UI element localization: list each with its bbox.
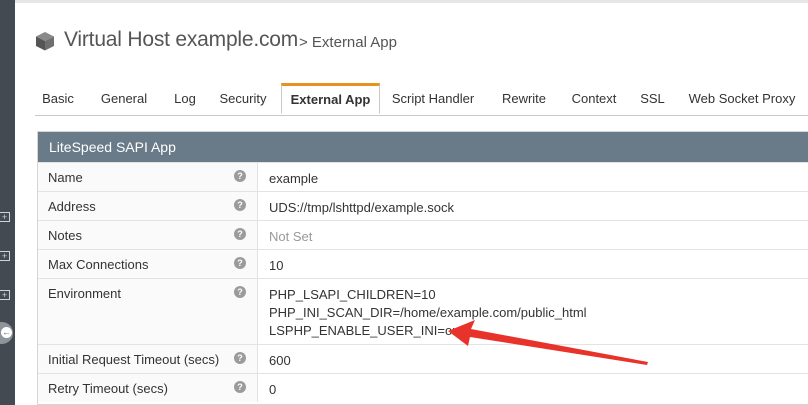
field-value: UDS://tmp/lshttpd/example.sock (269, 200, 454, 215)
plus-square-icon[interactable]: + (0, 290, 10, 300)
page-title: Virtual Host example.com (64, 28, 299, 51)
field-value: Not Set (269, 229, 313, 244)
table-row: Max Connections ? 10 (38, 249, 808, 278)
field-value: 10 (269, 258, 284, 273)
env-line: PHP_INI_SCAN_DIR=/home/example.com/publi… (269, 305, 587, 320)
field-label: Initial Request Timeout (secs) (48, 352, 220, 367)
field-value: 0 (269, 382, 277, 397)
field-label: Max Connections (48, 257, 149, 272)
settings-panel: LiteSpeed SAPI App Name ? example Addres… (37, 131, 808, 405)
plus-square-icon[interactable]: + (0, 251, 10, 261)
arrow-left-circle-icon: ← (1, 327, 12, 338)
tab-context[interactable]: Context (565, 84, 623, 114)
help-icon[interactable]: ? (234, 170, 246, 182)
env-line: PHP_LSAPI_CHILDREN=10 (269, 287, 436, 302)
field-label: Retry Timeout (secs) (48, 381, 168, 396)
field-label: Environment (48, 286, 121, 301)
table-row: Notes ? Not Set (38, 220, 808, 249)
top-strip (15, 0, 808, 3)
table-row: Name ? example (38, 162, 808, 191)
field-label: Name (48, 170, 83, 185)
tab-ssl[interactable]: SSL (636, 84, 669, 114)
table-row: Initial Request Timeout (secs) ? 600 (38, 344, 808, 373)
field-value: 600 (269, 353, 291, 368)
tab-general[interactable]: General (92, 84, 156, 114)
help-icon[interactable]: ? (234, 352, 246, 364)
table-row: Address ? UDS://tmp/lshttpd/example.sock (38, 191, 808, 220)
tab-rewrite[interactable]: Rewrite (495, 84, 553, 114)
help-icon[interactable]: ? (234, 199, 246, 211)
left-sidebar-rail: + + + ← (0, 0, 15, 405)
main-content: Virtual Host example.com > External App … (15, 0, 808, 405)
help-icon[interactable]: ? (234, 257, 246, 269)
panel-title: LiteSpeed SAPI App (38, 132, 808, 162)
field-label: Address (48, 199, 96, 214)
table-row: Environment ? PHP_LSAPI_CHILDREN=10 PHP_… (38, 278, 808, 344)
tab-log[interactable]: Log (168, 84, 202, 114)
environment-value: PHP_LSAPI_CHILDREN=10 PHP_INI_SCAN_DIR=/… (269, 279, 808, 340)
field-value: example (269, 171, 319, 186)
tab-security[interactable]: Security (212, 84, 274, 114)
table-row: Retry Timeout (secs) ? 0 (38, 373, 808, 402)
collapse-sidebar-button[interactable]: ← (0, 322, 13, 344)
cube-icon (36, 32, 54, 51)
plus-square-icon[interactable]: + (0, 212, 10, 222)
field-label: Notes (48, 228, 82, 243)
tab-external-app[interactable]: External App (281, 83, 380, 114)
tab-bar: Basic General Log Security External App … (35, 83, 808, 116)
tab-web-socket-proxy[interactable]: Web Socket Proxy (683, 84, 801, 114)
help-icon[interactable]: ? (234, 228, 246, 240)
help-icon[interactable]: ? (234, 381, 246, 393)
help-icon[interactable]: ? (234, 286, 246, 298)
tab-basic[interactable]: Basic (35, 84, 81, 114)
env-line: LSPHP_ENABLE_USER_INI=on (269, 323, 460, 338)
tab-script-handler[interactable]: Script Handler (385, 84, 481, 114)
breadcrumb-current: > External App (299, 34, 397, 51)
